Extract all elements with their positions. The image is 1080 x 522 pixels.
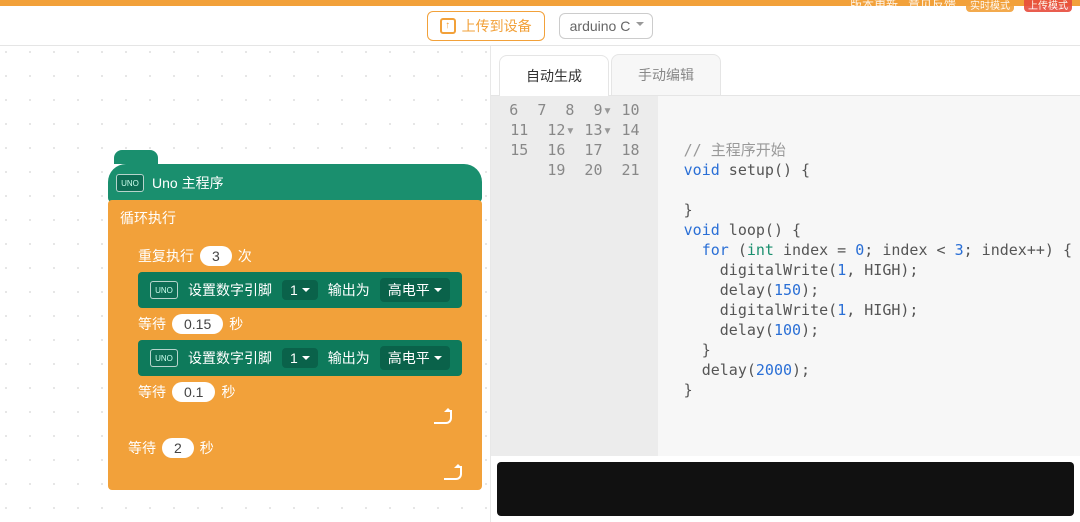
link-version[interactable]: 版本更新 [850,0,898,13]
wait3-prefix: 等待 [128,438,156,458]
upload-label: 上传到设备 [462,16,532,36]
repeat-prefix: 重复执行 [138,246,194,266]
pinset2-pin-dropdown[interactable]: 1 [282,348,318,368]
repeat-suffix: 次 [238,246,252,266]
repeat-header: 重复执行 3 次 [138,246,462,266]
block-wait-3[interactable]: 等待 2 秒 [128,438,472,458]
wait3-value-input[interactable]: 2 [162,438,194,458]
pinset1-pin-dropdown[interactable]: 1 [282,280,318,300]
tab-manual[interactable]: 手动编辑 [611,54,721,95]
uno-chip-icon: UNO [150,281,178,299]
app-root: 版本更新 意见反馈 实时模式 上传模式 上传到设备 arduino C UNO … [0,0,1080,522]
tab-auto[interactable]: 自动生成 [499,55,609,96]
pinset1-out-label: 输出为 [328,280,370,300]
pinset2-out-label: 输出为 [328,348,370,368]
pinset1-level-dropdown[interactable]: 高电平 [380,278,450,302]
upload-button[interactable]: 上传到设备 [427,11,545,41]
repeat-count-input[interactable]: 3 [200,246,232,266]
wait3-suffix: 秒 [200,438,214,458]
repeat-block[interactable]: 重复执行 3 次 UNO 设置数字引脚 1 输出为 高电平 [128,234,472,432]
wait1-suffix: 秒 [229,314,243,334]
block-set-pin-2[interactable]: UNO 设置数字引脚 1 输出为 高电平 [138,340,462,376]
code-editor[interactable]: 6 7 8 9▾ 10 11 12▾ 13▾ 14 15 16 17 18 19… [491,96,1080,456]
hat-block-uno[interactable]: UNO Uno 主程序 [108,164,482,202]
code-content[interactable]: // 主程序开始 void setup() { } void loop() { … [658,96,1080,456]
header-links: 版本更新 意见反馈 实时模式 上传模式 [850,0,1072,8]
badge-upload-mode[interactable]: 上传模式 [1024,0,1072,12]
upload-icon [440,18,456,34]
code-tabs: 自动生成 手动编辑 [491,46,1080,96]
hat-label: Uno 主程序 [152,173,224,193]
pinset2-label: 设置数字引脚 [188,348,272,368]
repeat-loopback-icon [138,408,462,426]
badge-realtime[interactable]: 实时模式 [966,0,1014,12]
language-select[interactable]: arduino C [559,13,654,39]
wait1-value-input[interactable]: 0.15 [172,314,223,334]
link-feedback[interactable]: 意见反馈 [908,0,956,13]
wait2-value-input[interactable]: 0.1 [172,382,215,402]
block-set-pin-1[interactable]: UNO 设置数字引脚 1 输出为 高电平 [138,272,462,308]
wait2-suffix: 秒 [221,382,235,402]
pinset1-label: 设置数字引脚 [188,280,272,300]
block-stack[interactable]: UNO Uno 主程序 循环执行 重复执行 3 次 UNO [108,164,482,490]
pinset2-level-dropdown[interactable]: 高电平 [380,346,450,370]
block-wait-1[interactable]: 等待 0.15 秒 [138,314,462,334]
loop-label: 循环执行 [120,208,176,228]
uno-chip-icon: UNO [150,349,178,367]
forever-loopback-icon [120,464,472,482]
wait1-prefix: 等待 [138,314,166,334]
wait2-prefix: 等待 [138,382,166,402]
line-gutter: 6 7 8 9▾ 10 11 12▾ 13▾ 14 15 16 17 18 19… [491,96,658,456]
block-wait-2[interactable]: 等待 0.1 秒 [138,382,462,402]
console-output[interactable] [497,462,1074,516]
loop-forever-block[interactable]: 循环执行 重复执行 3 次 UNO 设置数字引脚 1 [108,200,482,490]
language-value: arduino C [570,18,631,34]
blocks-pane[interactable]: UNO Uno 主程序 循环执行 重复执行 3 次 UNO [0,46,490,522]
uno-chip-icon: UNO [116,174,144,192]
main: UNO Uno 主程序 循环执行 重复执行 3 次 UNO [0,46,1080,522]
code-pane: 自动生成 手动编辑 6 7 8 9▾ 10 11 12▾ 13▾ 14 15 1… [490,46,1080,522]
